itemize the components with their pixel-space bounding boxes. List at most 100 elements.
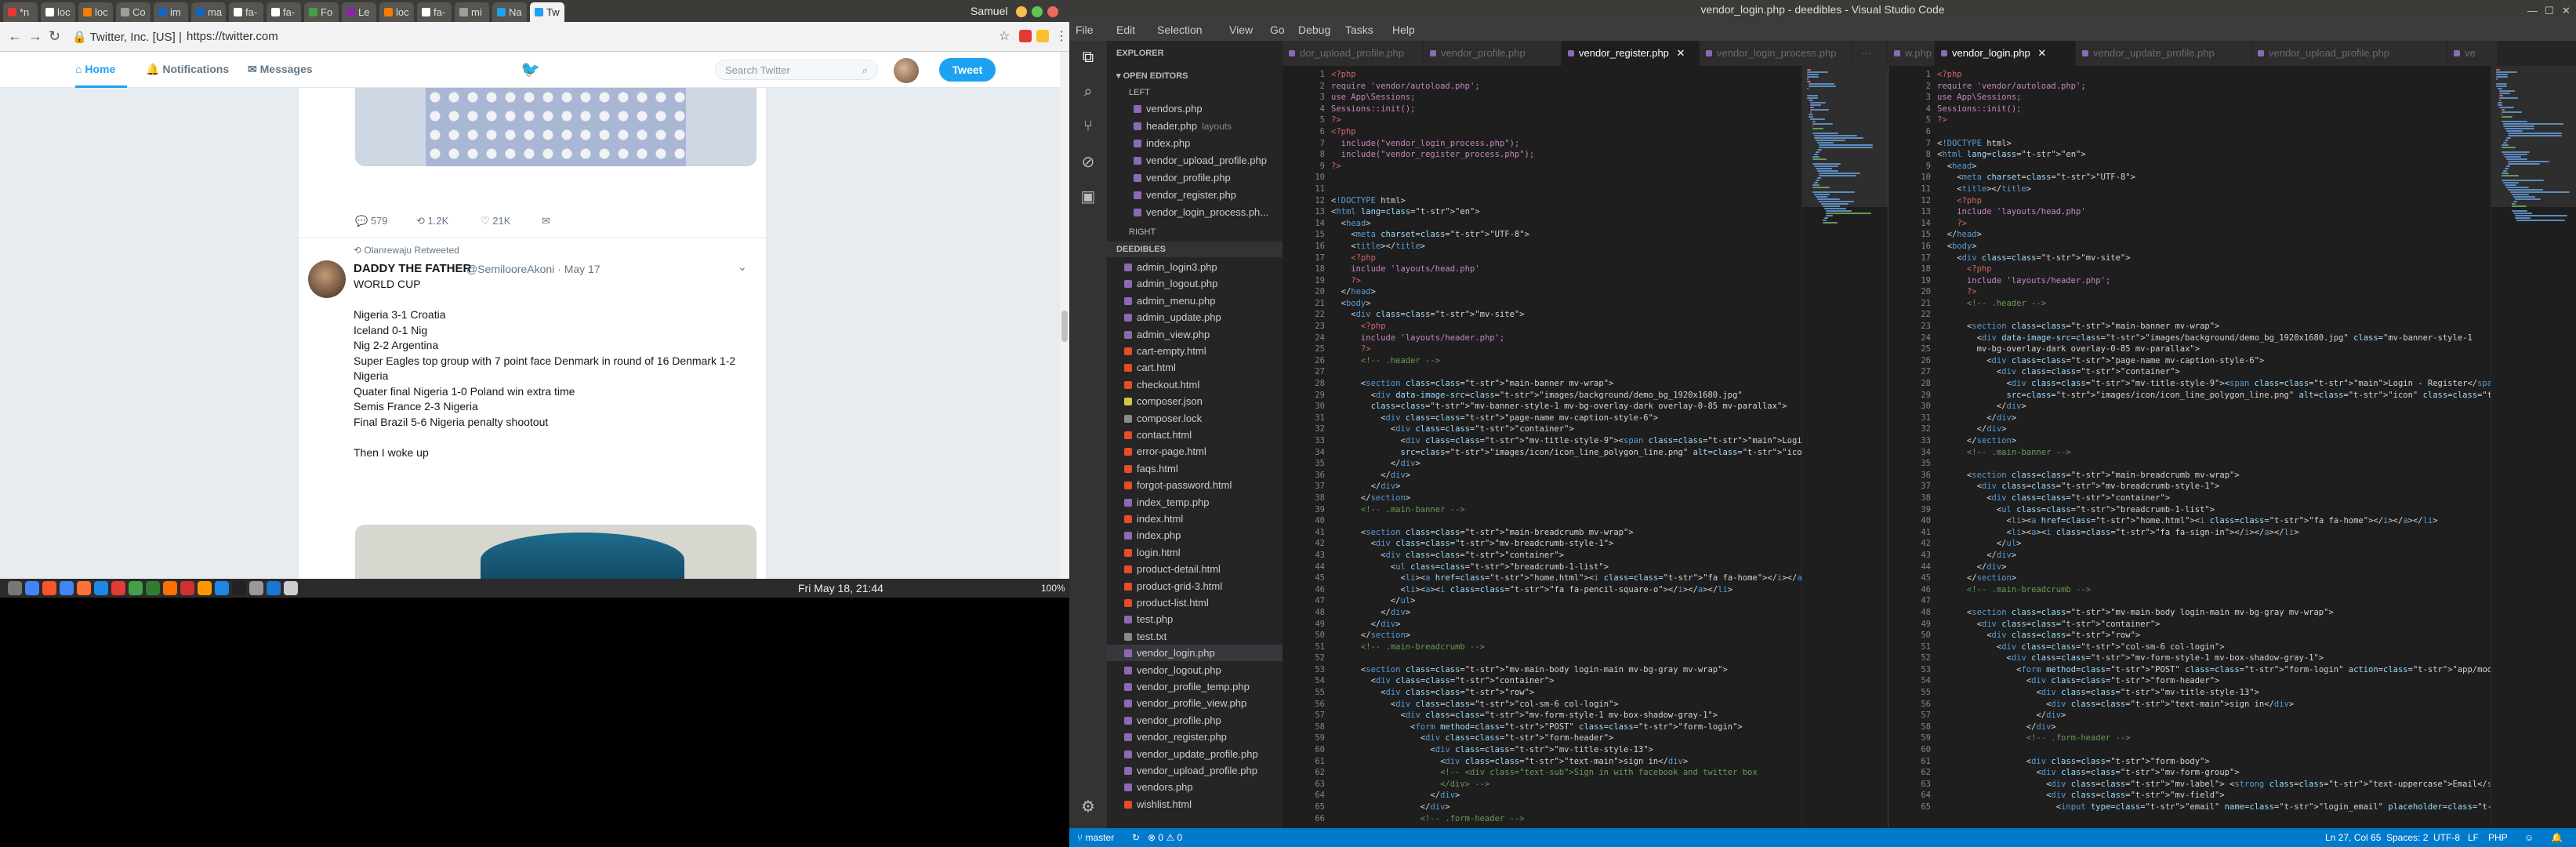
url-field[interactable]: https://twitter.com — [187, 30, 278, 43]
code-line[interactable]: <div class=class="t-str">"page-name mv-c… — [1937, 355, 2576, 367]
code-line[interactable]: <?php — [1937, 195, 2576, 207]
file-tree-item[interactable]: admin_view.php — [1107, 326, 1283, 343]
code-line[interactable]: <section class=class="t-str">"main-bread… — [1937, 470, 2576, 482]
maximize-icon[interactable] — [1032, 6, 1043, 17]
search-input[interactable]: Search Twitter ⌕ — [715, 60, 878, 80]
file-tree-item[interactable]: login.html — [1107, 544, 1283, 561]
code-line[interactable]: <div class=class="t-str">"mv-site"> — [1937, 253, 2576, 264]
dock-app-icon[interactable] — [249, 581, 263, 595]
browser-tab[interactable]: Le — [342, 2, 376, 22]
feedback-icon[interactable]: ☺ — [2524, 832, 2534, 843]
language-mode[interactable]: PHP — [2488, 832, 2508, 843]
menu-item-debug[interactable]: Debug — [1298, 24, 1330, 36]
code-line[interactable]: </div> — [1937, 424, 2576, 435]
code-line[interactable]: </div> — [1937, 401, 2576, 413]
code-line[interactable]: <div class=class="t-str">"form-body"> — [1937, 756, 2576, 768]
file-tree-item[interactable]: test.txt — [1107, 628, 1283, 645]
file-tree-item[interactable]: vendor_update_profile.php — [1107, 746, 1283, 762]
dock-app-icon[interactable] — [8, 581, 22, 595]
file-tree-item[interactable]: forgot-password.html — [1107, 477, 1283, 493]
open-editor-item[interactable]: vendor_login_process.ph... — [1107, 204, 1283, 220]
problems-indicator[interactable]: ⊗ 0 ⚠ 0 — [1148, 832, 1182, 843]
open-editor-item[interactable]: index.php — [1107, 135, 1283, 151]
code-line[interactable]: <div class=class="t-str">"col-sm-6 col-l… — [1937, 642, 2576, 653]
code-line[interactable]: <div class=class="t-str">"container"> — [1937, 619, 2576, 631]
browser-tab[interactable]: loc — [78, 2, 113, 22]
tweet-handle[interactable]: @SemilooreAkoni · May 17 — [466, 263, 600, 275]
code-line[interactable]: </div> — [1937, 562, 2576, 573]
code-line[interactable]: ?> — [1937, 218, 2576, 230]
dock-app-icon[interactable] — [180, 581, 194, 595]
file-tree-item[interactable]: cart.html — [1107, 359, 1283, 376]
nav-notifications[interactable]: 🔔 Notifications — [146, 63, 229, 76]
browser-tab[interactable]: ma — [191, 2, 226, 22]
file-tree-item[interactable]: composer.json — [1107, 393, 1283, 409]
code-line[interactable]: <div class=class="t-str">"container"> — [1937, 366, 2576, 378]
dock-app-icon[interactable] — [129, 581, 143, 595]
open-editors-header[interactable]: ▾ OPEN EDITORS — [1116, 71, 1188, 81]
menu-item-edit[interactable]: Edit — [1116, 24, 1135, 36]
dock-app-icon[interactable] — [198, 581, 212, 595]
code-line[interactable]: <div class=class="t-str">"mv-title-style… — [1937, 687, 2576, 699]
project-header[interactable]: DEEDIBLES — [1107, 242, 1283, 257]
dock-app-icon[interactable] — [267, 581, 281, 595]
explorer-icon[interactable]: ⧉ — [1079, 49, 1098, 67]
code-line[interactable]: <li><a><i class=class="t-str">"fa fa-sig… — [1937, 527, 2576, 539]
browser-tab[interactable]: Co — [116, 2, 151, 22]
file-tree-item[interactable]: index_temp.php — [1107, 494, 1283, 511]
close-icon[interactable]: ✕ — [2562, 5, 2571, 17]
code-line[interactable]: </section> — [1937, 573, 2576, 584]
secure-indicator[interactable]: 🔒 Twitter, Inc. [US] | — [72, 30, 182, 44]
dock-app-icon[interactable] — [215, 581, 229, 595]
file-tree-item[interactable]: admin_logout.php — [1107, 275, 1283, 292]
file-tree-item[interactable]: vendor_profile_temp.php — [1107, 678, 1283, 695]
sync-icon[interactable]: ↻ — [1132, 832, 1140, 843]
code-line[interactable]: <section class=class="t-str">"main-banne… — [1937, 321, 2576, 333]
indentation[interactable]: Spaces: 2 — [2386, 832, 2428, 843]
tweet-author[interactable]: DADDY THE FATHER — [354, 262, 471, 275]
minimap[interactable] — [1801, 66, 1888, 828]
file-tree-item[interactable]: error-page.html — [1107, 443, 1283, 460]
file-tree-item[interactable]: composer.lock — [1107, 410, 1283, 427]
code-line[interactable]: <input type=class="t-str">"email" name=c… — [1937, 802, 2576, 813]
code-line[interactable]: <meta charset=class="t-str">"UTF-8"> — [1937, 172, 2576, 184]
code-line[interactable]: <div class=class="t-str">"mv-field"> — [1937, 790, 2576, 802]
file-tree-item[interactable]: vendor_logout.php — [1107, 662, 1283, 678]
code-line[interactable]: src=class="t-str">"images/icon/icon_line… — [1937, 390, 2576, 402]
code-line[interactable]: <div class=class="t-str">"form-header"> — [1937, 675, 2576, 687]
code-line[interactable]: </section> — [1937, 435, 2576, 447]
code-line[interactable]: include 'layouts/head.php' — [1937, 206, 2576, 218]
code-line[interactable]: </div> — [1937, 413, 2576, 424]
code-line[interactable]: </div> — [1937, 550, 2576, 562]
code-line[interactable]: <section class=class="t-str">"mv-main-bo… — [1937, 607, 2576, 619]
file-tree-item[interactable]: wishlist.html — [1107, 796, 1283, 812]
editor-tab[interactable]: dor_upload_profile.php — [1283, 41, 1424, 66]
menu-item-go[interactable]: Go — [1270, 24, 1285, 36]
file-tree-item[interactable]: product-list.html — [1107, 594, 1283, 611]
code-line[interactable]: </ul> — [1937, 538, 2576, 550]
source-control-icon[interactable]: ⑂ — [1079, 118, 1098, 136]
scrollbar-thumb[interactable] — [1061, 311, 1068, 342]
encoding[interactable]: UTF-8 — [2433, 832, 2460, 843]
code-line[interactable]: <form method=class="t-str">"POST" class=… — [1937, 664, 2576, 676]
code-line[interactable]: <ul class=class="t-str">"breadcrumb-1-li… — [1937, 504, 2576, 516]
open-editor-item[interactable]: header.php layouts — [1107, 118, 1283, 134]
code-line[interactable]: <?php — [1937, 69, 2576, 81]
cursor-position[interactable]: Ln 27, Col 65 — [2325, 832, 2381, 843]
file-tree-item[interactable]: vendor_profile.php — [1107, 712, 1283, 729]
code-line[interactable]: <title></title> — [1937, 184, 2576, 195]
debug-icon[interactable]: ⊘ — [1079, 152, 1098, 171]
twitter-bird-icon[interactable]: 🐦 — [521, 60, 540, 79]
minimap-slider[interactable] — [2491, 66, 2576, 207]
browser-tab[interactable]: im — [154, 2, 188, 22]
dock-app-icon[interactable] — [111, 581, 125, 595]
file-tree-item[interactable]: faqs.html — [1107, 460, 1283, 477]
code-line[interactable]: include 'layouts/header.php'; — [1937, 275, 2576, 287]
code-line[interactable]: <div class=class="t-str">"mv-title-style… — [1937, 378, 2576, 390]
editor-tab[interactable]: vendor_update_profile.php — [2076, 41, 2251, 66]
gear-icon[interactable]: ⚙ — [1079, 797, 1098, 816]
code-line[interactable]: <!-- .main-banner --> — [1937, 447, 2576, 459]
open-editor-item[interactable]: vendor_profile.php — [1107, 169, 1283, 186]
file-tree-item[interactable]: vendors.php — [1107, 779, 1283, 795]
dock-app-icon[interactable] — [94, 581, 108, 595]
